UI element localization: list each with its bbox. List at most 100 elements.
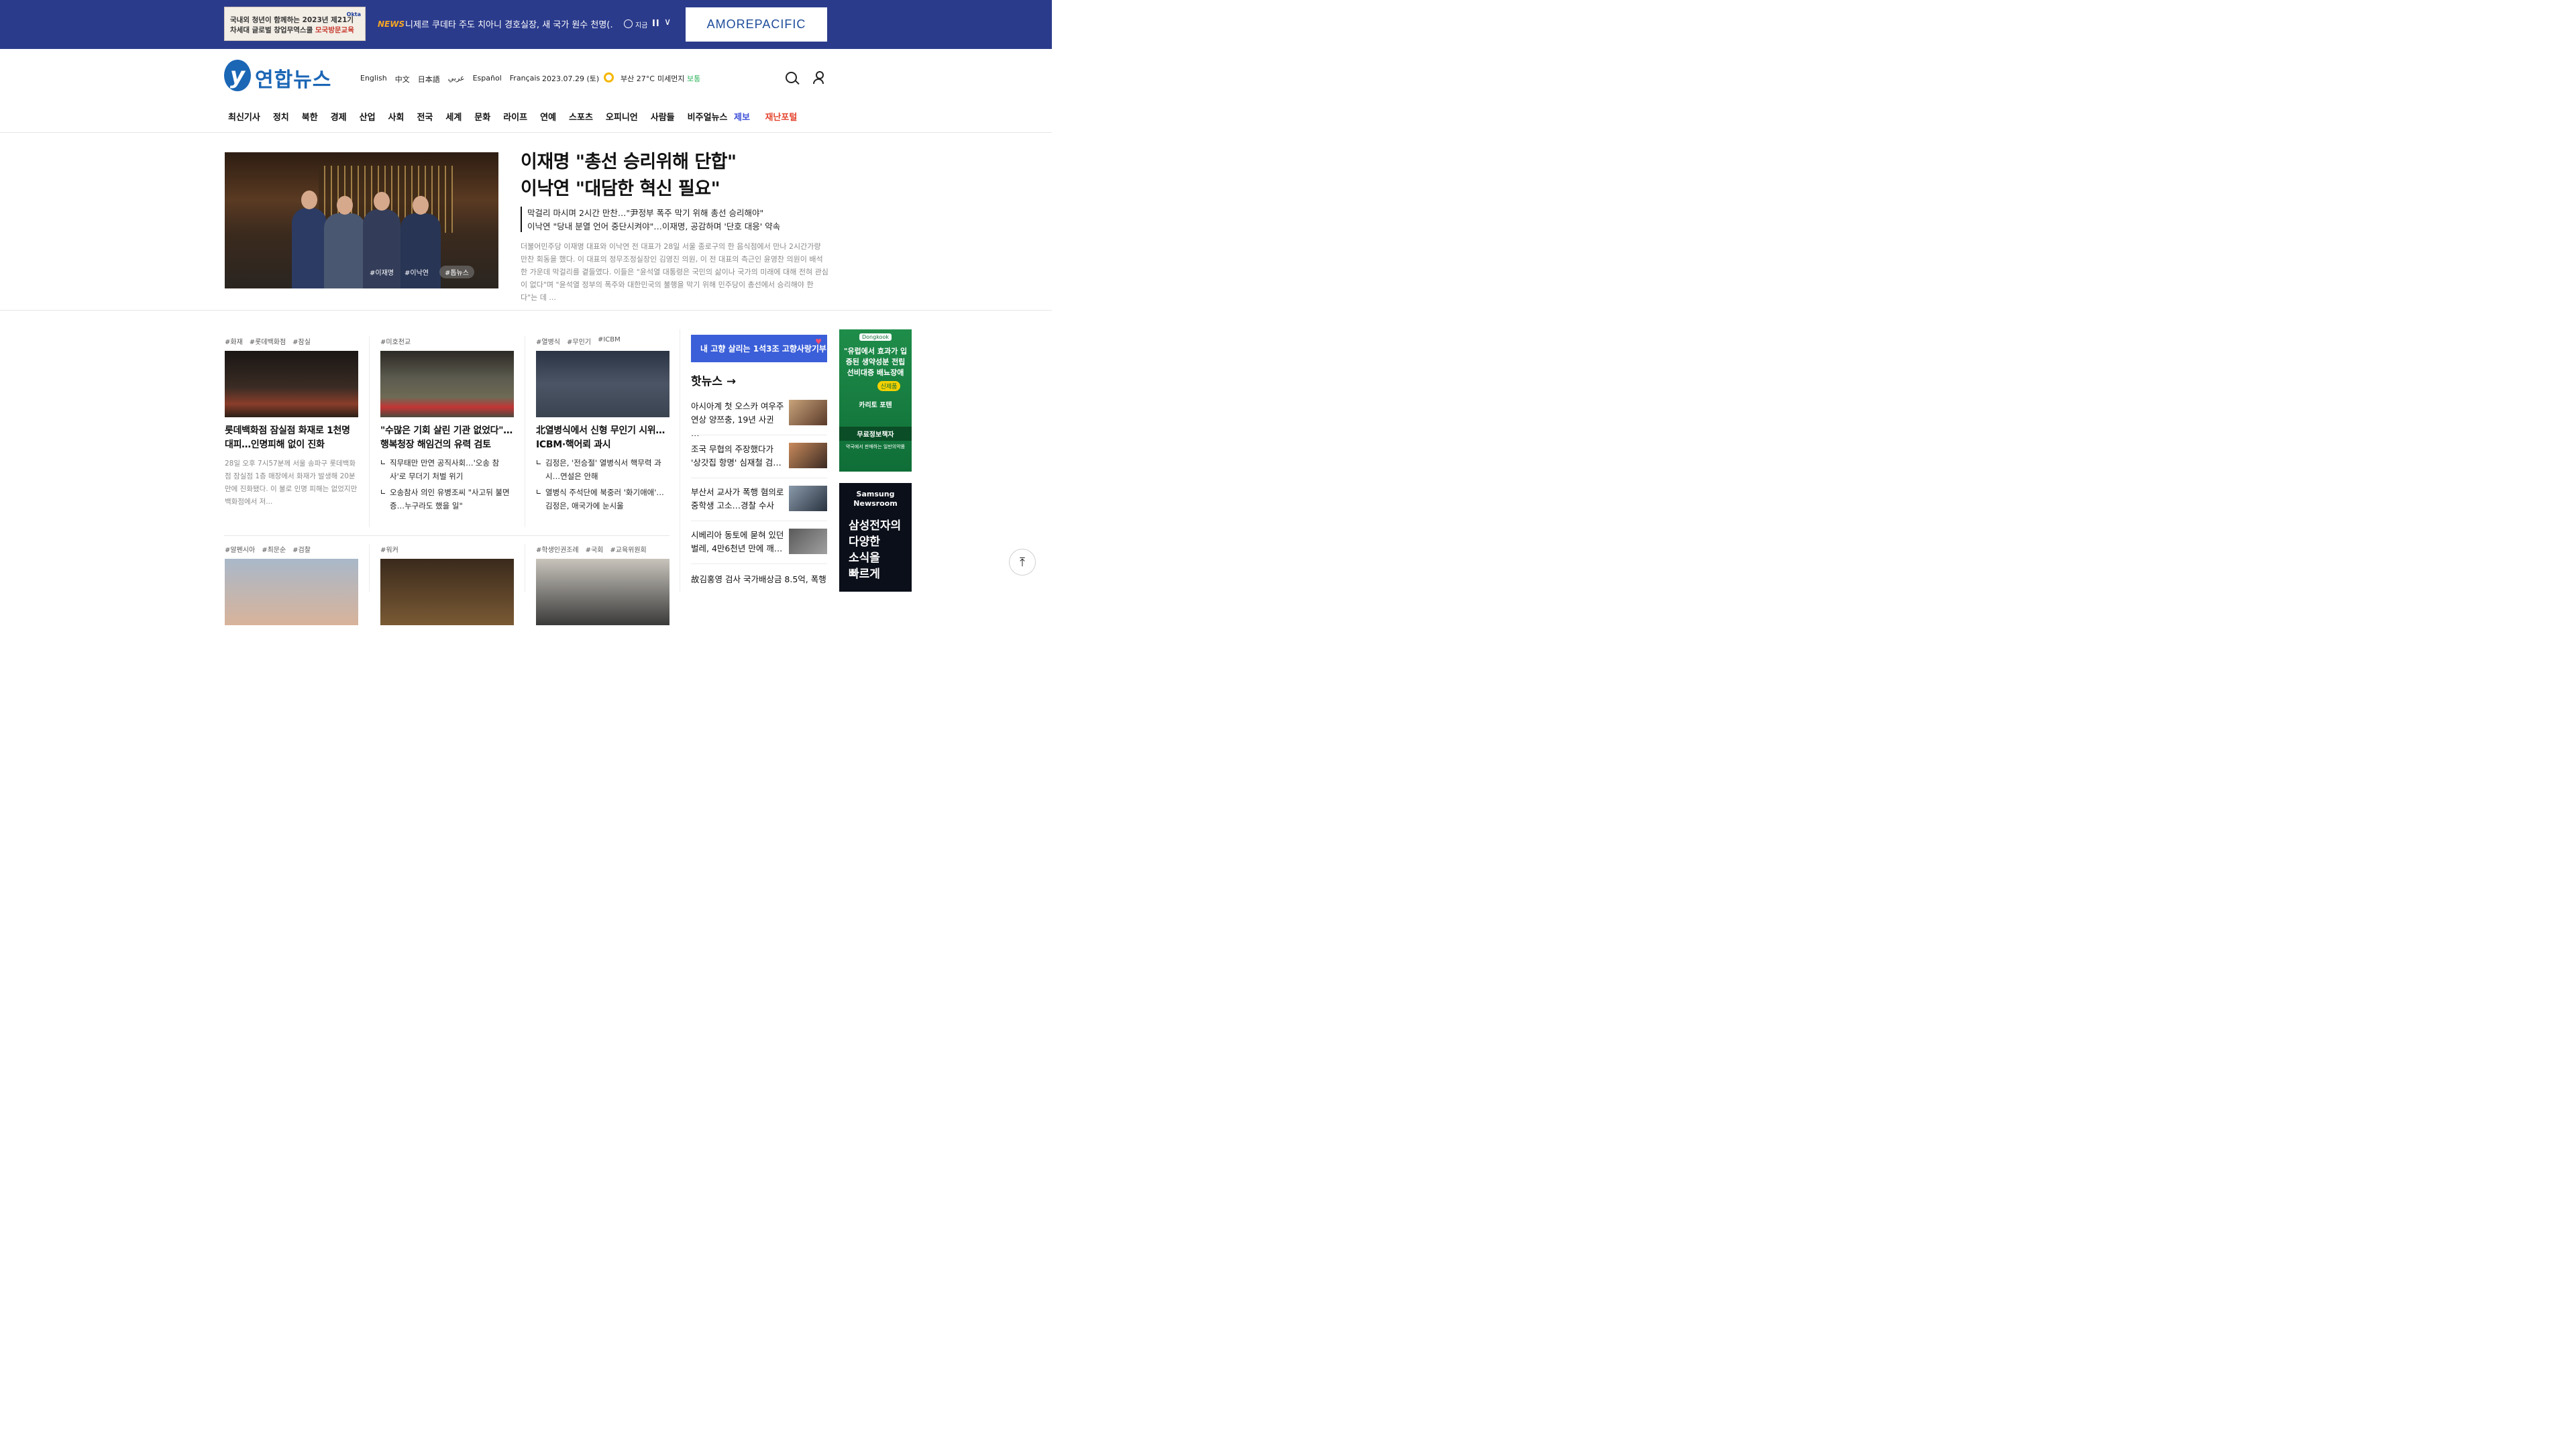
site-logo[interactable]: 연합뉴스 <box>255 63 331 93</box>
tag-link[interactable]: #국회 <box>586 544 604 555</box>
nav-extra: 제보 재난포털 <box>734 110 797 123</box>
related-link[interactable]: 김정은, '전승절' 열병식서 핵무력 과시…연설은 안해 <box>536 456 669 483</box>
clock-icon <box>624 19 633 28</box>
related-link[interactable]: 열병식 주석단에 북중러 '화기애애'…김정은, 애국가에 눈시울 <box>536 486 669 513</box>
news-thumbnail[interactable] <box>380 351 514 417</box>
ad-banner-amorepacific[interactable]: AMOREPACIFIC <box>686 7 827 42</box>
news-title[interactable]: 北열병식에서 신형 무인기 시위…ICBM·핵어뢰 과시 <box>536 424 669 452</box>
news-thumbnail[interactable] <box>380 559 514 625</box>
hot-news-thumbnail <box>789 400 827 425</box>
news-card: #학생인권조례 #국회 #교육위원회 <box>536 544 669 625</box>
nav-national[interactable]: 전국 <box>417 110 433 123</box>
tag-link[interactable]: #검찰 <box>292 544 311 555</box>
nav-visual-news[interactable]: 비주얼뉴스 <box>688 110 728 123</box>
nav-politics[interactable]: 정치 <box>273 110 289 123</box>
lang-french[interactable]: Français <box>510 74 540 85</box>
tag-link[interactable]: #알펜시아 <box>225 544 255 555</box>
hometown-donation-banner[interactable]: 내 고향 살리는 1석3조 고향사랑기부 ♥ <box>691 335 827 362</box>
nav-north-korea[interactable]: 북한 <box>302 110 318 123</box>
subheadline[interactable]: 막걸리 마시며 2시간 만찬…"尹정부 폭주 막기 위해 총선 승리해야" <box>527 206 763 219</box>
nav-people[interactable]: 사람들 <box>651 110 675 123</box>
person-figure <box>292 191 327 288</box>
news-thumbnail[interactable] <box>225 351 358 417</box>
lang-japanese[interactable]: 日本語 <box>418 74 440 85</box>
top-headline[interactable]: 이재명 "총선 승리위해 단합" 이낙연 "대담한 혁신 필요" <box>521 149 737 203</box>
nav-economy[interactable]: 경제 <box>331 110 347 123</box>
related-link[interactable]: 직무태만 만연 공직사회…'오송 참사'로 무더기 처벌 위기 <box>380 456 514 483</box>
hot-news-item[interactable]: 부산서 교사가 폭행 혐의로 중학생 고소…경찰 수사 <box>691 486 827 513</box>
dust-value: 보통 <box>686 74 701 83</box>
person-figure <box>324 196 366 288</box>
ad-samsung-newsroom[interactable]: Samsung Newsroom 삼성전자의 다양한 소식을 빠르게 <box>839 483 912 592</box>
news-card: #알펜시아 #최문순 #검찰 <box>225 544 358 625</box>
hot-news-item[interactable]: 故김홍영 검사 국가배상금 8.5억, 폭행 <box>691 573 827 586</box>
nav-latest[interactable]: 최신기사 <box>228 110 260 123</box>
news-thumbnail[interactable] <box>536 351 669 417</box>
news-card: #화재 #롯데백화점 #잠실 롯데백화점 잠실점 화재로 1천명 대피…인명피해… <box>225 336 358 508</box>
tag-link[interactable]: #이재명 <box>370 267 394 278</box>
related-link[interactable]: 오송참사 의인 유병조씨 "사고뒤 불면증…누구라도 했을 일" <box>380 486 514 513</box>
chevron-down-icon[interactable]: ∨ <box>664 17 671 28</box>
divider <box>0 310 1052 311</box>
ad-dongkook[interactable]: Dongkook "유럽에서 효과가 입증된 생약성분 전립선비대증 배뇨장애 … <box>839 329 912 472</box>
now-label: 지금 <box>635 22 648 30</box>
photo-tags: #이재명 #이낙연 #톱뉴스 <box>370 266 474 278</box>
tag-link[interactable]: #워커 <box>380 544 398 555</box>
hot-news-thumbnail <box>789 443 827 468</box>
ad-line-2: 차세대 글로벌 창업무역스쿨 모국방문교육 <box>230 26 354 34</box>
hot-news-thumbnail <box>789 529 827 554</box>
heart-icon: ♥ <box>815 337 822 346</box>
hot-news-title[interactable]: 핫뉴스 → <box>691 372 736 388</box>
tag-link[interactable]: #무인기 <box>567 336 591 347</box>
subheadline[interactable]: 이낙연 "당내 분열 언어 중단시켜야"…이재명, 공감하며 '단호 대응' 약… <box>527 219 780 232</box>
tag-link[interactable]: #톱뉴스 <box>439 266 474 278</box>
nav-opinion[interactable]: 오피니언 <box>606 110 638 123</box>
dust-label: 미세먼지 <box>657 74 687 83</box>
news-title[interactable]: 롯데백화점 잠실점 화재로 1천명 대피…인명피해 없이 진화 <box>225 424 358 452</box>
news-thumbnail[interactable] <box>225 559 358 625</box>
nav-society[interactable]: 사회 <box>388 110 405 123</box>
news-card: #미호천교 "수많은 기회 살린 기관 없었다"…행복청장 해임건의 유력 검토… <box>380 336 514 513</box>
nav-tip[interactable]: 제보 <box>734 113 750 123</box>
nav-culture[interactable]: 문화 <box>474 110 490 123</box>
nav-world[interactable]: 세계 <box>445 110 462 123</box>
tag-link[interactable]: #화재 <box>225 336 243 347</box>
nav-entertainment[interactable]: 연예 <box>540 110 556 123</box>
yonhap-logo-icon[interactable]: y <box>224 60 251 91</box>
tag-link[interactable]: #학생인권조례 <box>536 544 579 555</box>
subhead-bar <box>521 207 522 232</box>
sun-icon <box>604 72 614 83</box>
tag-link[interactable]: #미호천교 <box>380 336 411 347</box>
user-icon[interactable] <box>813 71 824 84</box>
tag-link[interactable]: #열병식 <box>536 336 560 347</box>
news-summary: 28일 오후 7시57분께 서울 송파구 롯데백화점 잠실점 1층 매장에서 화… <box>225 460 358 506</box>
divider <box>369 544 370 592</box>
scroll-to-top-button[interactable]: ⤒ <box>1009 549 1036 576</box>
nav-industry[interactable]: 산업 <box>360 110 376 123</box>
tag-link[interactable]: #이낙연 <box>405 267 429 278</box>
nav-sports[interactable]: 스포츠 <box>569 110 593 123</box>
tag-link[interactable]: #잠실 <box>292 336 311 347</box>
lang-arabic[interactable]: عربي <box>448 74 465 85</box>
lang-chinese[interactable]: 中文 <box>395 74 410 85</box>
tag-link[interactable]: #최문순 <box>262 544 286 555</box>
nav-life[interactable]: 라이프 <box>503 110 527 123</box>
lang-spanish[interactable]: Español <box>473 74 502 85</box>
hot-news-item[interactable]: 아시아계 첫 오스카 여우주연상 양쯔충, 19년 사귄 … <box>691 400 827 440</box>
lang-english[interactable]: English <box>360 74 387 85</box>
top-story-summary: 더불어민주당 이재명 대표와 이낙연 전 대표가 28일 서울 종로구의 한 음… <box>521 242 828 302</box>
pause-button[interactable]: II <box>652 19 660 29</box>
tag-link[interactable]: #ICBM <box>598 336 621 347</box>
ad-banner-left[interactable]: Okta 국내외 청년이 함께하는 2023년 제21기 차세대 글로벌 창업무… <box>224 7 366 41</box>
search-icon[interactable] <box>786 72 797 83</box>
ad-line-1: 국내외 청년이 함께하는 2023년 제21기 <box>230 16 354 24</box>
news-card: #워커 <box>380 544 514 625</box>
hot-news-item[interactable]: 시베리아 동토에 묻혀 있던 벌레, 4만6천년 만에 깨… <box>691 529 827 555</box>
hot-news-item[interactable]: 조국 무협의 주장했다가 '상갓집 항명' 심재철 검… <box>691 443 827 470</box>
tag-link[interactable]: #롯데백화점 <box>250 336 286 347</box>
tag-link[interactable]: #교육위원회 <box>610 544 646 555</box>
news-title[interactable]: "수많은 기회 살린 기관 없었다"…행복청장 해임건의 유력 검토 <box>380 424 514 452</box>
nav-disaster-portal[interactable]: 재난포털 <box>765 113 797 123</box>
breaking-news-ticker[interactable]: 니제르 쿠데타 주도 치아니 경호실장, 새 국가 원수 천명(… <box>405 17 613 30</box>
news-thumbnail[interactable] <box>536 559 669 625</box>
